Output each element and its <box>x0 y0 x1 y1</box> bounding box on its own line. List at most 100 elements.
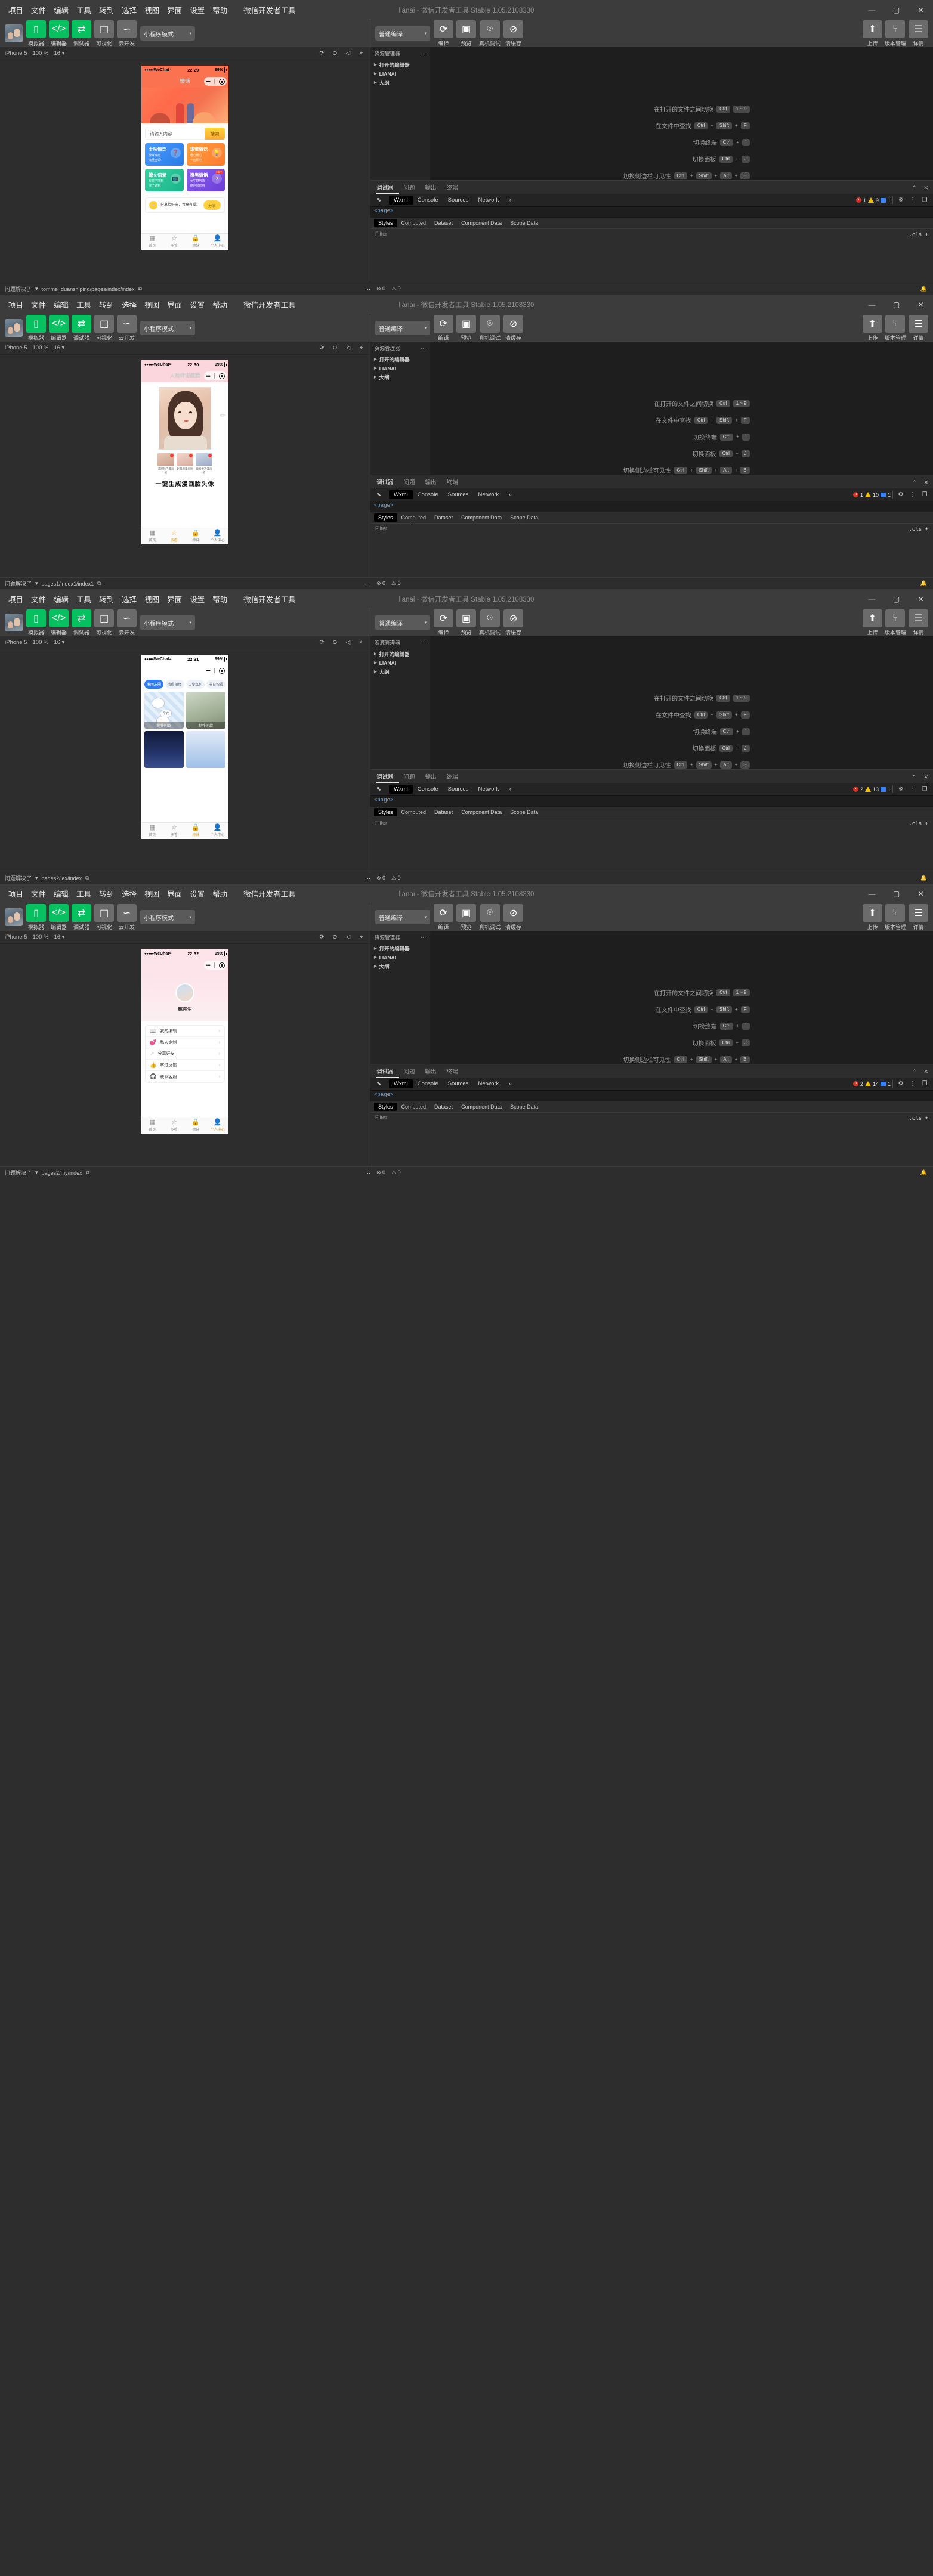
tabbar-item-2[interactable]: 🔒 撩妹 <box>185 234 207 250</box>
debugger-icon[interactable]: ⇄ <box>72 314 91 333</box>
share-bar[interactable]: ♥ 分享给好友，共享有爱。 分享 <box>145 197 225 213</box>
tabbar-item-2[interactable]: 🔒 撩妹 <box>185 823 207 839</box>
menu-item-6[interactable]: 视图 <box>144 299 159 310</box>
collapse-icon[interactable]: ⌃ <box>912 479 917 486</box>
cls-button[interactable]: .cls <box>909 1116 922 1122</box>
more-icon[interactable]: ··· <box>365 1170 370 1176</box>
filter-input[interactable]: Filter <box>375 525 387 531</box>
filter-input[interactable]: Filter <box>375 820 387 826</box>
warning-icon[interactable]: ⚠ 0 <box>391 580 401 587</box>
inspect-icon[interactable]: ⬉ <box>373 784 385 795</box>
menu-item-6[interactable]: 视图 <box>144 888 159 899</box>
sub-tab-1[interactable]: Computed <box>397 808 431 816</box>
warning-icon[interactable]: ⚠ 0 <box>391 286 401 292</box>
settings-icon[interactable]: ⚙ <box>895 1079 907 1089</box>
explorer-item-2[interactable]: ▶ 大纲 <box>370 962 430 971</box>
clearcache-icon[interactable]: ⊘ <box>503 903 524 922</box>
kebab-menu-icon[interactable]: ⋮ <box>907 490 919 500</box>
thumbnail-0[interactable]: 迪丽热巴漫画脸 <box>157 453 174 475</box>
preview-icon[interactable]: ▣ <box>456 314 476 333</box>
search-box[interactable]: 请输入内容 搜索 <box>145 128 225 140</box>
close-target-icon[interactable] <box>218 373 225 379</box>
maximize-button[interactable]: ▢ <box>884 0 909 20</box>
menu-item-2[interactable]: 编辑 <box>54 888 69 899</box>
upload-icon[interactable]: ⬆ <box>862 20 882 38</box>
mute-icon[interactable]: ◁ <box>344 344 352 352</box>
sub-tab-2[interactable]: Dataset <box>430 219 457 227</box>
panel-tab-1[interactable]: Console <box>413 196 443 205</box>
mode-select[interactable]: 小程序模式 ▾ <box>140 615 195 630</box>
minimize-button[interactable]: — <box>860 884 884 903</box>
collapse-icon[interactable]: ⌃ <box>912 185 917 191</box>
devtools-tab-2[interactable]: 输出 <box>425 1067 442 1078</box>
visual-icon[interactable]: ◫ <box>94 609 114 627</box>
simulator-icon[interactable]: ▯ <box>26 609 46 627</box>
rotate-icon[interactable]: ⟳ <box>318 49 326 57</box>
more-panels-button[interactable]: » <box>503 1079 516 1088</box>
menu-item-0[interactable]: 项目 <box>8 4 23 16</box>
add-rule-button[interactable]: + <box>922 1116 928 1122</box>
sub-tab-4[interactable]: Scope Data <box>506 219 542 227</box>
chevron-down-icon[interactable]: ▾ <box>35 286 38 292</box>
device-scale[interactable]: 16 ▾ <box>54 50 64 57</box>
devtools-tab-3[interactable]: 终端 <box>447 183 464 194</box>
sub-tab-3[interactable]: Component Data <box>457 219 506 227</box>
visual-icon[interactable]: ◫ <box>94 903 114 922</box>
thumbnail-1[interactable]: 赵露思漫画脸 <box>177 453 193 475</box>
menu-item-3[interactable]: 工具 <box>76 593 91 605</box>
rotate-icon[interactable]: ⟳ <box>318 639 326 646</box>
search-button[interactable]: 搜索 <box>205 128 225 140</box>
location-icon[interactable]: ⌖ <box>357 639 365 646</box>
panel-tab-2[interactable]: Sources <box>443 785 474 794</box>
capsule-button[interactable]: ••• <box>204 371 227 380</box>
sub-tab-0[interactable]: Styles <box>374 219 397 227</box>
preview-icon[interactable]: ▣ <box>456 609 476 627</box>
compile-icon[interactable]: ⟳ <box>434 314 453 333</box>
avatar[interactable] <box>5 614 23 631</box>
record-icon[interactable]: ⊙ <box>331 344 339 352</box>
menu-item-3[interactable]: 工具 <box>76 888 91 899</box>
mode-select[interactable]: 小程序模式 ▾ <box>140 321 195 335</box>
dock-icon[interactable]: ❐ <box>919 490 931 500</box>
tabbar-item-3[interactable]: 👤 个人中心 <box>207 823 229 839</box>
menu-item-1[interactable]: 文件 <box>31 593 46 605</box>
close-icon[interactable]: ✕ <box>923 774 928 781</box>
explorer-item-0[interactable]: ▶ 打开的编辑器 <box>370 649 430 658</box>
record-icon[interactable]: ⊙ <box>331 49 339 57</box>
share-button[interactable]: 分享 <box>203 200 221 210</box>
menu-item-4[interactable]: 转到 <box>99 4 114 16</box>
sub-tab-1[interactable]: Computed <box>397 513 431 522</box>
feature-card-1[interactable]: 甜蜜情话 暖心暖心 一击即中 💡 <box>186 143 225 166</box>
panel-tab-3[interactable]: Network <box>473 196 503 205</box>
more-icon[interactable]: ··· <box>421 345 427 351</box>
tabbar-item-0[interactable]: ▦ 首页 <box>141 234 163 250</box>
collapse-icon[interactable]: ⌃ <box>912 1069 917 1075</box>
panel-tab-3[interactable]: Network <box>473 785 503 794</box>
panel-tab-1[interactable]: Console <box>413 785 443 794</box>
menu-item-5[interactable]: 选择 <box>122 299 137 310</box>
menu-row-0[interactable]: 📖 我的编辑 › <box>146 1026 224 1037</box>
chip-2[interactable]: 口令红包 <box>186 680 205 689</box>
add-rule-button[interactable]: + <box>922 821 928 827</box>
feature-card-0[interactable]: 土味情话 撩妹专用 海量台词! ❓ <box>145 143 184 166</box>
menu-item-2[interactable]: 编辑 <box>54 593 69 605</box>
debugger-icon[interactable]: ⇄ <box>72 609 91 627</box>
devtools-tab-1[interactable]: 问题 <box>404 772 421 783</box>
tabbar-item-0[interactable]: ▦ 首页 <box>141 1117 163 1134</box>
compile-select[interactable]: 普通编译 ▾ <box>375 26 430 41</box>
copy-icon[interactable]: ⧉ <box>138 286 142 292</box>
more-icon[interactable]: ··· <box>421 51 427 57</box>
close-target-icon[interactable] <box>218 962 225 968</box>
bell-icon[interactable]: 🔔 <box>920 286 927 292</box>
simulator-icon[interactable]: ▯ <box>26 903 46 922</box>
bell-icon[interactable]: 🔔 <box>920 875 927 881</box>
panel-tab-3[interactable]: Network <box>473 1079 503 1088</box>
menu-item-1[interactable]: 文件 <box>31 299 46 310</box>
devtools-tab-0[interactable]: 调试器 <box>376 772 399 783</box>
explorer-item-0[interactable]: ▶ 打开的编辑器 <box>370 60 430 69</box>
menu-row-2[interactable]: ↗ 分享好友 › <box>146 1048 224 1060</box>
close-button[interactable]: ✕ <box>909 884 933 903</box>
close-button[interactable]: ✕ <box>909 0 933 20</box>
cls-button[interactable]: .cls <box>909 527 922 532</box>
menu-item-6[interactable]: 视图 <box>144 593 159 605</box>
